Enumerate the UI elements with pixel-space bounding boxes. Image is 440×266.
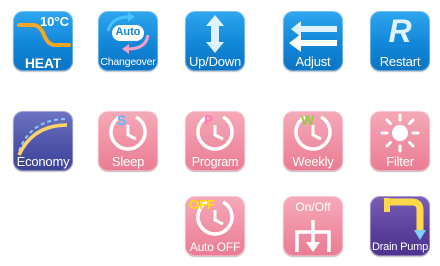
updown-label: Up/Down (188, 54, 242, 69)
adjust-label: Adjust (295, 54, 331, 69)
onoff-tile[interactable]: On/Off (283, 196, 343, 256)
drainpump-tile[interactable]: Drain Pump (370, 196, 430, 256)
restart-label: Restart (379, 54, 421, 69)
filter-label: Filter (386, 154, 414, 169)
updown-tile[interactable]: Up/Down (185, 11, 245, 71)
changeover-tile[interactable]: Auto Changeover (98, 11, 158, 71)
heat-tile[interactable]: 10°C HEAT (13, 11, 73, 71)
autooff-label: Auto OFF (189, 240, 241, 254)
heat-label: HEAT (24, 55, 62, 71)
restart-tile[interactable]: R Restart (370, 11, 430, 71)
adjust-tile[interactable]: Adjust (283, 11, 343, 71)
weekly-letter: W (301, 112, 315, 128)
sleep-label: Sleep (111, 154, 145, 169)
off-badge: OFF (189, 197, 215, 212)
restart-icon: R (388, 13, 412, 49)
autooff-tile[interactable]: OFF Auto OFF (185, 196, 245, 256)
weekly-label: Weekly (292, 154, 334, 169)
program-letter: P (204, 112, 214, 128)
program-tile[interactable]: P Program (185, 111, 245, 171)
program-label: Program (191, 155, 239, 169)
economy-label: Economy (16, 154, 70, 169)
auto-badge: Auto (115, 26, 141, 38)
heat-temp: 10°C (39, 14, 69, 29)
weekly-tile[interactable]: W Weekly (283, 111, 343, 171)
filter-tile[interactable]: Filter (370, 111, 430, 171)
on-off-icon (295, 220, 331, 252)
changeover-label: Changeover (100, 56, 156, 68)
sleep-letter: S (117, 112, 127, 128)
economy-tile[interactable]: Economy (13, 111, 73, 171)
drainpump-label: Drain Pump (371, 241, 429, 253)
sleep-tile[interactable]: S Sleep (98, 111, 158, 171)
